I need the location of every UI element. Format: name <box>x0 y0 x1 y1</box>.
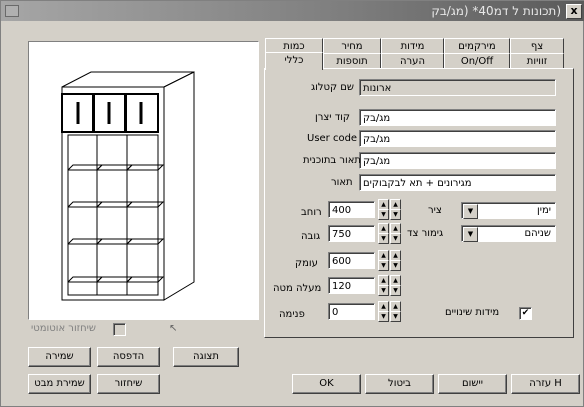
spin-down-icon[interactable]: ▼ <box>378 285 389 296</box>
description-label: תאור <box>331 177 353 188</box>
program-desc-field[interactable]: מג/בק <box>359 152 556 169</box>
elevation-label: מעלה מטה <box>273 283 322 294</box>
elevation-spinner[interactable]: ▲ ▼ <box>378 275 389 296</box>
spin-down-icon[interactable]: ▼ <box>390 233 401 244</box>
spin-down-icon[interactable]: ▼ <box>390 209 401 220</box>
help-button[interactable]: עזרה H <box>511 374 580 394</box>
side-finish-select-value: שניהם <box>524 228 552 239</box>
auto-rotate-label: שיחזור אוטומטי <box>31 323 96 334</box>
rotate-indicator-icon: ↖ <box>169 323 178 334</box>
title-bar: (תכונות ל דמ40* (מג/בק x <box>1 1 584 21</box>
tab-angles[interactable]: זוויות <box>510 53 564 69</box>
auto-rotate-checkbox[interactable] <box>113 323 126 336</box>
spin-down-icon[interactable]: ▼ <box>378 233 389 244</box>
tab-float[interactable]: צף <box>510 38 564 54</box>
close-button[interactable]: x <box>566 4 582 19</box>
tab-note[interactable]: הערה <box>381 53 444 69</box>
width-input[interactable]: 400 <box>328 201 375 218</box>
cancel-button[interactable]: ביטול <box>365 374 434 394</box>
width-label: רוחב <box>301 207 322 218</box>
tab-general[interactable]: כללי <box>265 52 323 70</box>
spin-down-icon[interactable]: ▼ <box>378 311 389 322</box>
tab-price[interactable]: מחיר <box>323 38 381 54</box>
spin-down-icon[interactable]: ▼ <box>390 285 401 296</box>
height-input[interactable]: 750 <box>328 225 375 242</box>
system-menu-icon[interactable] <box>5 5 19 17</box>
catalog-name-label: שם קטלוג <box>311 82 355 93</box>
dialog-window: (תכונות ל דמ40* (מג/בק x שיחזור אוטומטי … <box>0 0 584 407</box>
inner-label: פנימה <box>279 309 305 320</box>
save-button[interactable]: שמירה <box>28 347 91 367</box>
catalog-name-field: ארונות <box>359 79 556 96</box>
axis-select-value: ימין <box>537 205 551 216</box>
apply-button[interactable]: יישום <box>438 374 507 394</box>
spin-down-icon[interactable]: ▼ <box>378 260 389 271</box>
depth-spinner[interactable]: ▲ ▼ <box>378 250 389 271</box>
height-spinner[interactable]: ▲ ▼ <box>378 223 389 244</box>
save-view-button[interactable]: שמירת מבט <box>28 374 91 394</box>
height-label: גובה <box>301 231 321 242</box>
spin-down-icon[interactable]: ▼ <box>390 311 401 322</box>
ok-button[interactable]: OK <box>292 374 361 394</box>
tab-on-off[interactable]: On/Off <box>444 53 510 69</box>
elevation-spinner-fine[interactable]: ▲ ▼ <box>390 275 401 296</box>
variable-dims-checkbox[interactable]: ✔ <box>519 307 532 320</box>
side-finish-select[interactable]: שניהם ▼ <box>461 225 556 242</box>
print-button[interactable]: הדפסה <box>97 347 160 367</box>
inner-spinner[interactable]: ▲ ▼ <box>378 301 389 322</box>
user-code-field[interactable]: מג/בק <box>359 130 556 147</box>
axis-label: ציר <box>428 205 442 216</box>
cabinet-drawing <box>61 71 195 301</box>
depth-input[interactable]: 600 <box>328 252 375 269</box>
tab-dimensions[interactable]: מידות <box>381 38 444 54</box>
check-icon: ✔ <box>521 308 530 318</box>
width-spinner-fine[interactable]: ▲ ▼ <box>390 199 401 220</box>
restore-button[interactable]: שיחזור <box>97 374 160 394</box>
elevation-input[interactable]: 120 <box>328 277 375 294</box>
maker-code-label: קוד יצרן <box>315 112 350 123</box>
general-tab-panel: ארונות שם קטלוג מג/בק קוד יצרן מג/בק Use… <box>264 68 574 338</box>
tab-textures[interactable]: מירקמים <box>444 38 510 54</box>
display-button[interactable]: תצוגה <box>173 347 239 367</box>
description-field[interactable]: מגירונים + תא לבקבוקים <box>359 174 556 191</box>
chevron-down-icon[interactable]: ▼ <box>463 227 478 242</box>
inner-spinner-fine[interactable]: ▲ ▼ <box>390 301 401 322</box>
side-finish-label: גימור צד <box>407 228 444 239</box>
depth-label: עומק <box>295 258 318 269</box>
user-code-label: User code <box>307 133 358 144</box>
depth-spinner-fine[interactable]: ▲ ▼ <box>390 250 401 271</box>
inner-input[interactable]: 0 <box>328 303 375 320</box>
height-spinner-fine[interactable]: ▲ ▼ <box>390 223 401 244</box>
maker-code-field[interactable]: מג/בק <box>359 109 556 126</box>
cabinet-preview <box>28 41 259 320</box>
spin-down-icon[interactable]: ▼ <box>378 209 389 220</box>
variable-dims-label: מידות שינויים <box>445 307 500 318</box>
axis-select[interactable]: ימין ▼ <box>461 202 556 219</box>
spin-down-icon[interactable]: ▼ <box>390 260 401 271</box>
window-title: (תכונות ל דמ40* (מג/בק <box>431 4 561 18</box>
chevron-down-icon[interactable]: ▼ <box>463 204 478 219</box>
program-desc-label: תאור בתוכנית <box>303 155 361 166</box>
width-spinner[interactable]: ▲ ▼ <box>378 199 389 220</box>
tab-extras[interactable]: תוספות <box>323 53 381 69</box>
